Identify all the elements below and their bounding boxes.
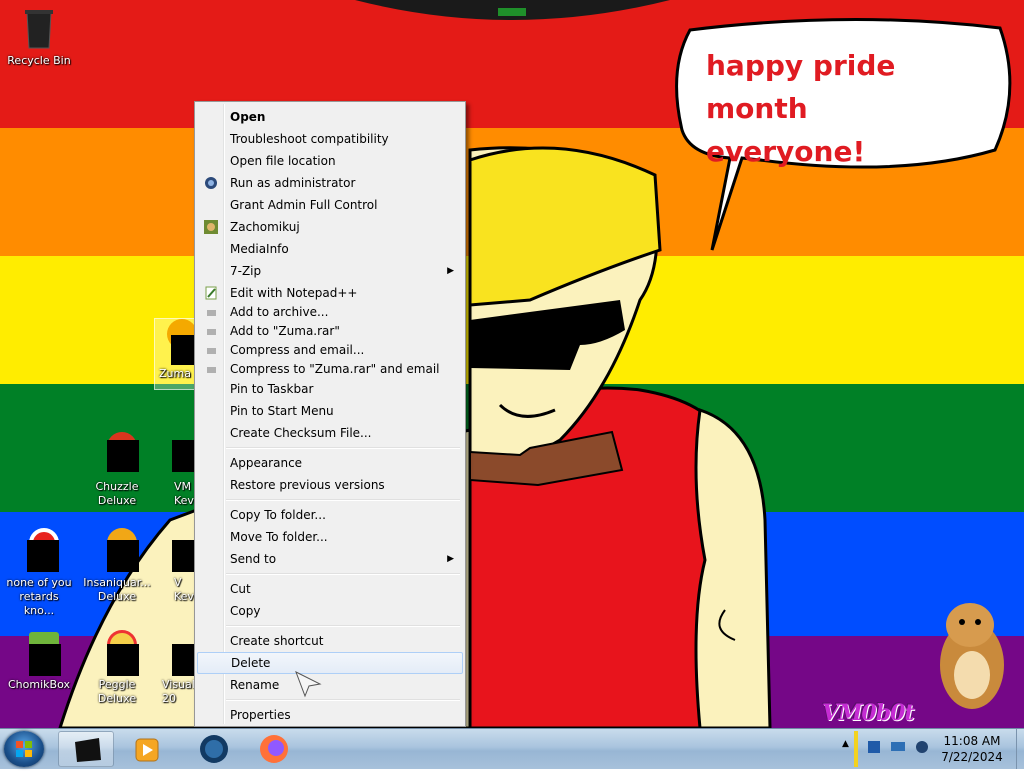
menu-item-pin-to-start-menu[interactable]: Pin to Start Menu: [197, 401, 463, 421]
insaniquarium-deluxe-icon[interactable]: Insaniquar... Deluxe: [81, 528, 153, 604]
zuma-shortcut-icon[interactable]: Zuma: [154, 318, 196, 390]
cmd-icon: [75, 738, 101, 762]
desktop-icon-label: Recycle Bin: [7, 54, 71, 67]
clock-date: 7/22/2024: [941, 750, 1003, 764]
menu-item-add-to-zuma-rar[interactable]: Add to "Zuma.rar": [197, 322, 463, 341]
chomikbox-glyph-icon: [17, 630, 61, 676]
none-of-you-icon[interactable]: none of you retards kno...: [3, 528, 75, 618]
vm-watermark: VM0b0t: [822, 700, 915, 726]
globe-icon: [200, 735, 228, 763]
taskbar-media-player-button[interactable]: [120, 731, 176, 767]
volume-icon[interactable]: [914, 739, 930, 755]
chuzzle-deluxe-icon[interactable]: Chuzzle Deluxe: [81, 432, 153, 508]
desktop-icon-label: Insaniquar... Deluxe: [83, 576, 151, 603]
tray-marker: [854, 731, 858, 767]
taskbar-globe-button[interactable]: [186, 731, 242, 767]
speech-bubble-text: happy pride month everyone!: [706, 49, 896, 168]
submenu-arrow-icon: ▶: [447, 266, 454, 276]
menu-separator: [226, 699, 460, 701]
menu-item-appearance[interactable]: Appearance: [197, 453, 463, 473]
menu-item-7zip[interactable]: 7-Zip ▶: [197, 261, 463, 281]
start-button[interactable]: [4, 731, 44, 767]
desktop-icon-label: Zuma: [159, 367, 191, 380]
hamster-icon: [204, 220, 218, 234]
peggle-deluxe-icon[interactable]: Peggle Deluxe: [81, 630, 153, 706]
notepad-icon: [204, 286, 218, 300]
context-menu: Open Troubleshoot compatibility Open fil…: [194, 101, 466, 727]
menu-item-open-file-location[interactable]: Open file location: [197, 151, 463, 171]
mouse-cursor-icon: [295, 670, 322, 698]
firefox-icon: [260, 735, 288, 763]
desktop-icon-label: Visual 20: [162, 678, 194, 705]
desktop-icon-label: V Kevi: [174, 576, 194, 603]
vm-kevin-icon[interactable]: VM Kevi: [158, 432, 194, 508]
shield-icon: [204, 176, 218, 190]
desktop-icon-label: ChomikBox: [8, 678, 70, 691]
menu-item-edit-with-notepadpp[interactable]: Edit with Notepad++: [197, 283, 463, 303]
menu-separator: [226, 625, 460, 627]
vm-kevin-glyph-icon: [158, 432, 194, 476]
desktop[interactable]: happy pride month everyone! VM0b0t Recyc…: [0, 0, 1024, 728]
menu-item-troubleshoot-compatibility[interactable]: Troubleshoot compatibility: [197, 129, 463, 149]
v-kevin-icon[interactable]: V Kevi: [158, 528, 194, 604]
menu-item-send-to[interactable]: Send to ▶: [197, 549, 463, 569]
menu-item-rename[interactable]: Rename: [197, 675, 463, 695]
submenu-arrow-icon: ▶: [447, 554, 454, 564]
menu-item-compress-and-email[interactable]: Compress and email...: [197, 341, 463, 360]
menu-item-copy[interactable]: Copy: [197, 601, 463, 621]
taskbar-clock[interactable]: 11:08 AM 7/22/2024: [932, 733, 1012, 765]
menu-item-move-to-folder[interactable]: Move To folder...: [197, 527, 463, 547]
windows-logo-icon: [16, 741, 32, 757]
tray-expand-icon[interactable]: ▲: [842, 739, 852, 749]
menu-item-copy-to-folder[interactable]: Copy To folder...: [197, 505, 463, 525]
clock-time: 11:08 AM: [943, 734, 1001, 748]
desktop-icon-label: Peggle Deluxe: [97, 678, 137, 705]
menu-item-zachomikuj[interactable]: Zachomikuj: [197, 217, 463, 237]
winrar-icon: [204, 363, 218, 377]
winrar-icon: [204, 344, 218, 358]
media-player-icon: [135, 738, 159, 762]
menu-separator: [226, 447, 460, 449]
menu-item-restore-previous-versions[interactable]: Restore previous versions: [197, 475, 463, 495]
menu-item-delete[interactable]: Delete: [197, 652, 463, 674]
menu-item-cut[interactable]: Cut: [197, 579, 463, 599]
insaniquarium-glyph-icon: [95, 528, 139, 572]
winrar-icon: [204, 325, 218, 339]
winrar-icon: [204, 306, 218, 320]
visual-studio-icon[interactable]: Visual 20: [158, 630, 194, 706]
menu-item-grant-admin-full-control[interactable]: Grant Admin Full Control: [197, 195, 463, 215]
peggle-glyph-icon: [95, 630, 139, 676]
recycle-bin-icon[interactable]: Recycle Bin: [3, 6, 75, 68]
menu-item-add-to-archive[interactable]: Add to archive...: [197, 303, 463, 322]
menu-separator: [226, 573, 460, 575]
visual-studio-glyph-icon: [158, 630, 194, 676]
menu-item-mediainfo[interactable]: MediaInfo: [197, 239, 463, 259]
menu-item-compress-to-zuma-rar-and-email[interactable]: Compress to "Zuma.rar" and email: [197, 360, 463, 379]
taskbar-cmd-button[interactable]: [58, 731, 114, 767]
notification-icon[interactable]: [866, 739, 882, 755]
v-kevin-glyph-icon: [158, 528, 194, 572]
opera-glyph-icon: [17, 528, 61, 572]
menu-item-open[interactable]: Open: [197, 107, 463, 127]
desktop-icon-label: none of you retards kno...: [6, 576, 72, 617]
menu-item-pin-to-taskbar[interactable]: Pin to Taskbar: [197, 379, 463, 399]
menu-item-create-checksum-file[interactable]: Create Checksum File...: [197, 423, 463, 443]
taskbar-firefox-button[interactable]: [246, 731, 302, 767]
recycle-bin-glyph-icon: [17, 6, 61, 50]
chuzzle-glyph-icon: [95, 432, 139, 476]
desktop-icon-label: VM Kevi: [174, 480, 194, 507]
network-icon[interactable]: [890, 739, 906, 755]
menu-item-create-shortcut[interactable]: Create shortcut: [197, 631, 463, 651]
menu-separator: [226, 499, 460, 501]
desktop-icon-label: Chuzzle Deluxe: [95, 480, 139, 507]
show-desktop-button[interactable]: [1016, 729, 1024, 769]
zuma-glyph-icon: [155, 319, 195, 365]
menu-item-run-as-administrator[interactable]: Run as administrator: [197, 173, 463, 193]
menu-item-properties[interactable]: Properties: [197, 705, 463, 725]
taskbar: ▲ 11:08 AM 7/22/2024: [0, 728, 1024, 769]
chomikbox-icon[interactable]: ChomikBox: [3, 630, 75, 692]
